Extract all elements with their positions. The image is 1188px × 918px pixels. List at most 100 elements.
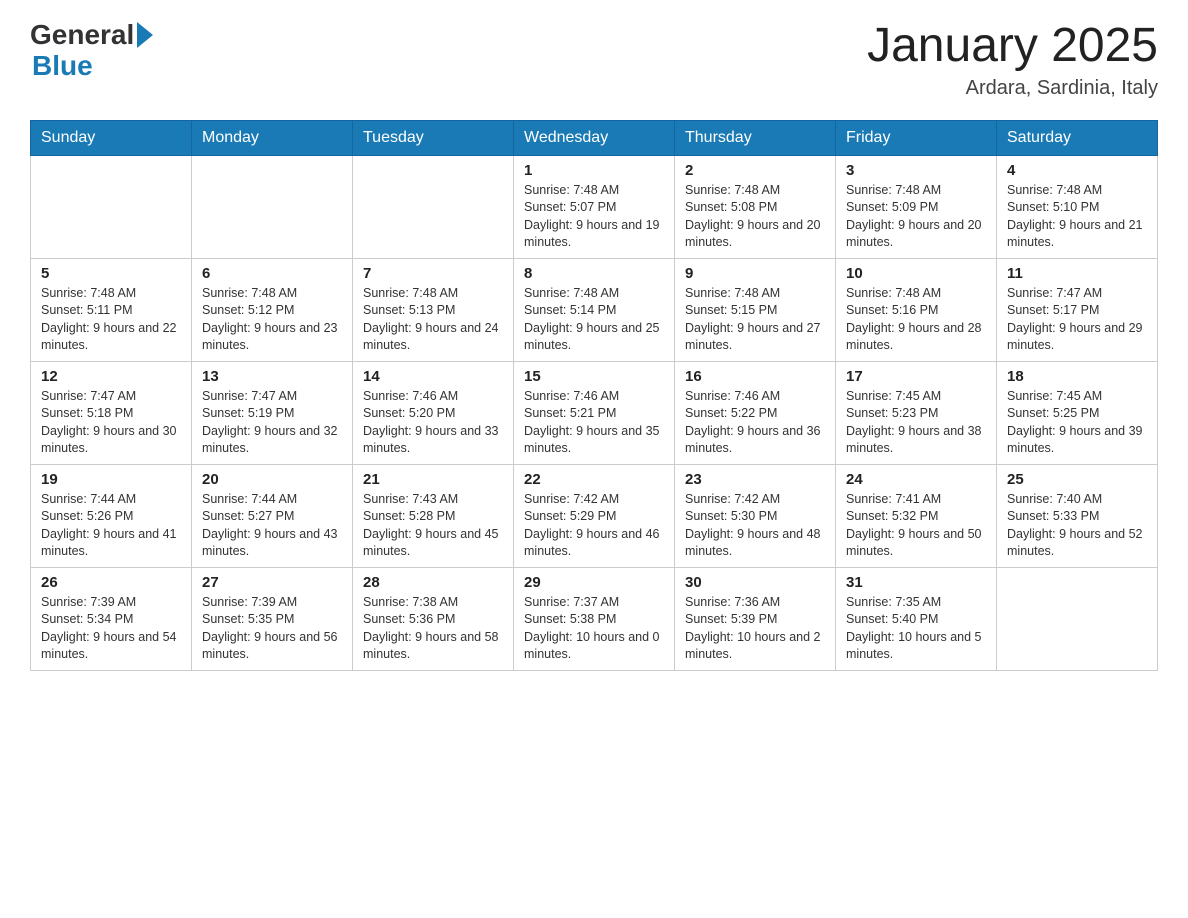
week-row-3: 12Sunrise: 7:47 AMSunset: 5:18 PMDayligh… <box>31 361 1158 464</box>
day-number: 14 <box>363 368 503 385</box>
day-number: 30 <box>685 574 825 591</box>
logo-triangle-icon <box>137 22 153 48</box>
calendar-subtitle: Ardara, Sardinia, Italy <box>867 77 1158 100</box>
calendar-title: January 2025 <box>867 20 1158 73</box>
day-info: Sunrise: 7:48 AMSunset: 5:15 PMDaylight:… <box>685 285 825 355</box>
day-info: Sunrise: 7:40 AMSunset: 5:33 PMDaylight:… <box>1007 491 1147 561</box>
calendar-cell: 29 Sunrise: 7:37 AMSunset: 5:38 PMDayligh… <box>514 567 675 670</box>
day-info: Sunrise: 7:44 AMSunset: 5:27 PMDaylight:… <box>202 491 342 561</box>
day-info: Sunrise: 7:35 AMSunset: 5:40 PMDaylight:… <box>846 594 986 664</box>
calendar-cell: 22Sunrise: 7:42 AMSunset: 5:29 PMDayligh… <box>514 464 675 567</box>
calendar-cell: 16Sunrise: 7:46 AMSunset: 5:22 PMDayligh… <box>675 361 836 464</box>
weekday-header-tuesday: Tuesday <box>353 120 514 155</box>
week-row-2: 5 Sunrise: 7:48 AMSunset: 5:11 PMDaylight… <box>31 258 1158 361</box>
calendar-cell: 28Sunrise: 7:38 AMSunset: 5:36 PMDayligh… <box>353 567 514 670</box>
calendar-cell <box>353 155 514 258</box>
weekday-header-row: SundayMondayTuesdayWednesdayThursdayFrid… <box>31 120 1158 155</box>
day-info: Sunrise: 7:48 AMSunset: 5:11 PMDaylight:… <box>41 285 181 355</box>
calendar-cell: 21 Sunrise: 7:43 AMSunset: 5:28 PMDayligh… <box>353 464 514 567</box>
calendar-cell: 19 Sunrise: 7:44 AMSunset: 5:26 PMDayligh… <box>31 464 192 567</box>
calendar-cell <box>31 155 192 258</box>
weekday-header-sunday: Sunday <box>31 120 192 155</box>
calendar-cell: 26 Sunrise: 7:39 AMSunset: 5:34 PMDayligh… <box>31 567 192 670</box>
day-number: 31 <box>846 574 986 591</box>
day-number: 7 <box>363 265 503 282</box>
day-info: Sunrise: 7:48 AMSunset: 5:13 PMDaylight:… <box>363 285 503 355</box>
day-info: Sunrise: 7:48 AMSunset: 5:16 PMDaylight:… <box>846 285 986 355</box>
calendar-cell: 30 Sunrise: 7:36 AMSunset: 5:39 PMDayligh… <box>675 567 836 670</box>
day-info: Sunrise: 7:48 AMSunset: 5:10 PMDaylight:… <box>1007 182 1147 252</box>
calendar-cell: 5 Sunrise: 7:48 AMSunset: 5:11 PMDaylight… <box>31 258 192 361</box>
day-info: Sunrise: 7:41 AMSunset: 5:32 PMDaylight:… <box>846 491 986 561</box>
week-row-5: 26 Sunrise: 7:39 AMSunset: 5:34 PMDayligh… <box>31 567 1158 670</box>
day-number: 6 <box>202 265 342 282</box>
weekday-header-wednesday: Wednesday <box>514 120 675 155</box>
week-row-4: 19 Sunrise: 7:44 AMSunset: 5:26 PMDayligh… <box>31 464 1158 567</box>
day-number: 12 <box>41 368 181 385</box>
weekday-header-monday: Monday <box>192 120 353 155</box>
day-number: 20 <box>202 471 342 488</box>
day-number: 24 <box>846 471 986 488</box>
calendar-cell: 10 Sunrise: 7:48 AMSunset: 5:16 PMDayligh… <box>836 258 997 361</box>
calendar-cell: 3Sunrise: 7:48 AMSunset: 5:09 PMDaylight… <box>836 155 997 258</box>
day-info: Sunrise: 7:42 AMSunset: 5:29 PMDaylight:… <box>524 491 664 561</box>
day-info: Sunrise: 7:45 AMSunset: 5:23 PMDaylight:… <box>846 388 986 458</box>
calendar-cell: 2Sunrise: 7:48 AMSunset: 5:08 PMDaylight… <box>675 155 836 258</box>
calendar-cell <box>997 567 1158 670</box>
day-number: 19 <box>41 471 181 488</box>
day-info: Sunrise: 7:37 AMSunset: 5:38 PMDaylight:… <box>524 594 664 664</box>
calendar-cell: 25 Sunrise: 7:40 AMSunset: 5:33 PMDayligh… <box>997 464 1158 567</box>
day-number: 18 <box>1007 368 1147 385</box>
calendar-cell: 9 Sunrise: 7:48 AMSunset: 5:15 PMDaylight… <box>675 258 836 361</box>
day-number: 11 <box>1007 265 1147 282</box>
calendar-cell: 31 Sunrise: 7:35 AMSunset: 5:40 PMDayligh… <box>836 567 997 670</box>
calendar-cell <box>192 155 353 258</box>
day-number: 8 <box>524 265 664 282</box>
day-number: 26 <box>41 574 181 591</box>
day-info: Sunrise: 7:42 AMSunset: 5:30 PMDaylight:… <box>685 491 825 561</box>
day-number: 16 <box>685 368 825 385</box>
day-info: Sunrise: 7:48 AMSunset: 5:07 PMDaylight:… <box>524 182 664 252</box>
calendar-cell: 24 Sunrise: 7:41 AMSunset: 5:32 PMDayligh… <box>836 464 997 567</box>
day-info: Sunrise: 7:46 AMSunset: 5:21 PMDaylight:… <box>524 388 664 458</box>
day-number: 5 <box>41 265 181 282</box>
day-info: Sunrise: 7:39 AMSunset: 5:35 PMDaylight:… <box>202 594 342 664</box>
logo-blue-text: Blue <box>30 51 153 82</box>
day-number: 2 <box>685 162 825 179</box>
day-number: 4 <box>1007 162 1147 179</box>
day-info: Sunrise: 7:39 AMSunset: 5:34 PMDaylight:… <box>41 594 181 664</box>
calendar-cell: 15 Sunrise: 7:46 AMSunset: 5:21 PMDayligh… <box>514 361 675 464</box>
day-number: 17 <box>846 368 986 385</box>
day-number: 1 <box>524 162 664 179</box>
logo: General Blue <box>30 20 153 82</box>
calendar-cell: 1 Sunrise: 7:48 AMSunset: 5:07 PMDaylight… <box>514 155 675 258</box>
calendar-cell: 12Sunrise: 7:47 AMSunset: 5:18 PMDayligh… <box>31 361 192 464</box>
calendar-cell: 14Sunrise: 7:46 AMSunset: 5:20 PMDayligh… <box>353 361 514 464</box>
title-area: January 2025 Ardara, Sardinia, Italy <box>867 20 1158 100</box>
week-row-1: 1 Sunrise: 7:48 AMSunset: 5:07 PMDaylight… <box>31 155 1158 258</box>
day-number: 10 <box>846 265 986 282</box>
day-number: 29 <box>524 574 664 591</box>
day-number: 9 <box>685 265 825 282</box>
day-number: 13 <box>202 368 342 385</box>
day-info: Sunrise: 7:44 AMSunset: 5:26 PMDaylight:… <box>41 491 181 561</box>
calendar-cell: 6Sunrise: 7:48 AMSunset: 5:12 PMDaylight… <box>192 258 353 361</box>
day-info: Sunrise: 7:43 AMSunset: 5:28 PMDaylight:… <box>363 491 503 561</box>
day-number: 25 <box>1007 471 1147 488</box>
calendar-cell: 11Sunrise: 7:47 AMSunset: 5:17 PMDayligh… <box>997 258 1158 361</box>
day-number: 23 <box>685 471 825 488</box>
weekday-header-friday: Friday <box>836 120 997 155</box>
logo-general-text: General <box>30 20 134 51</box>
calendar-cell: 18 Sunrise: 7:45 AMSunset: 5:25 PMDayligh… <box>997 361 1158 464</box>
day-info: Sunrise: 7:36 AMSunset: 5:39 PMDaylight:… <box>685 594 825 664</box>
weekday-header-saturday: Saturday <box>997 120 1158 155</box>
calendar-cell: 23 Sunrise: 7:42 AMSunset: 5:30 PMDayligh… <box>675 464 836 567</box>
day-number: 3 <box>846 162 986 179</box>
day-number: 27 <box>202 574 342 591</box>
day-info: Sunrise: 7:38 AMSunset: 5:36 PMDaylight:… <box>363 594 503 664</box>
day-number: 21 <box>363 471 503 488</box>
day-info: Sunrise: 7:48 AMSunset: 5:14 PMDaylight:… <box>524 285 664 355</box>
day-number: 15 <box>524 368 664 385</box>
day-info: Sunrise: 7:45 AMSunset: 5:25 PMDaylight:… <box>1007 388 1147 458</box>
calendar-cell: 17 Sunrise: 7:45 AMSunset: 5:23 PMDayligh… <box>836 361 997 464</box>
